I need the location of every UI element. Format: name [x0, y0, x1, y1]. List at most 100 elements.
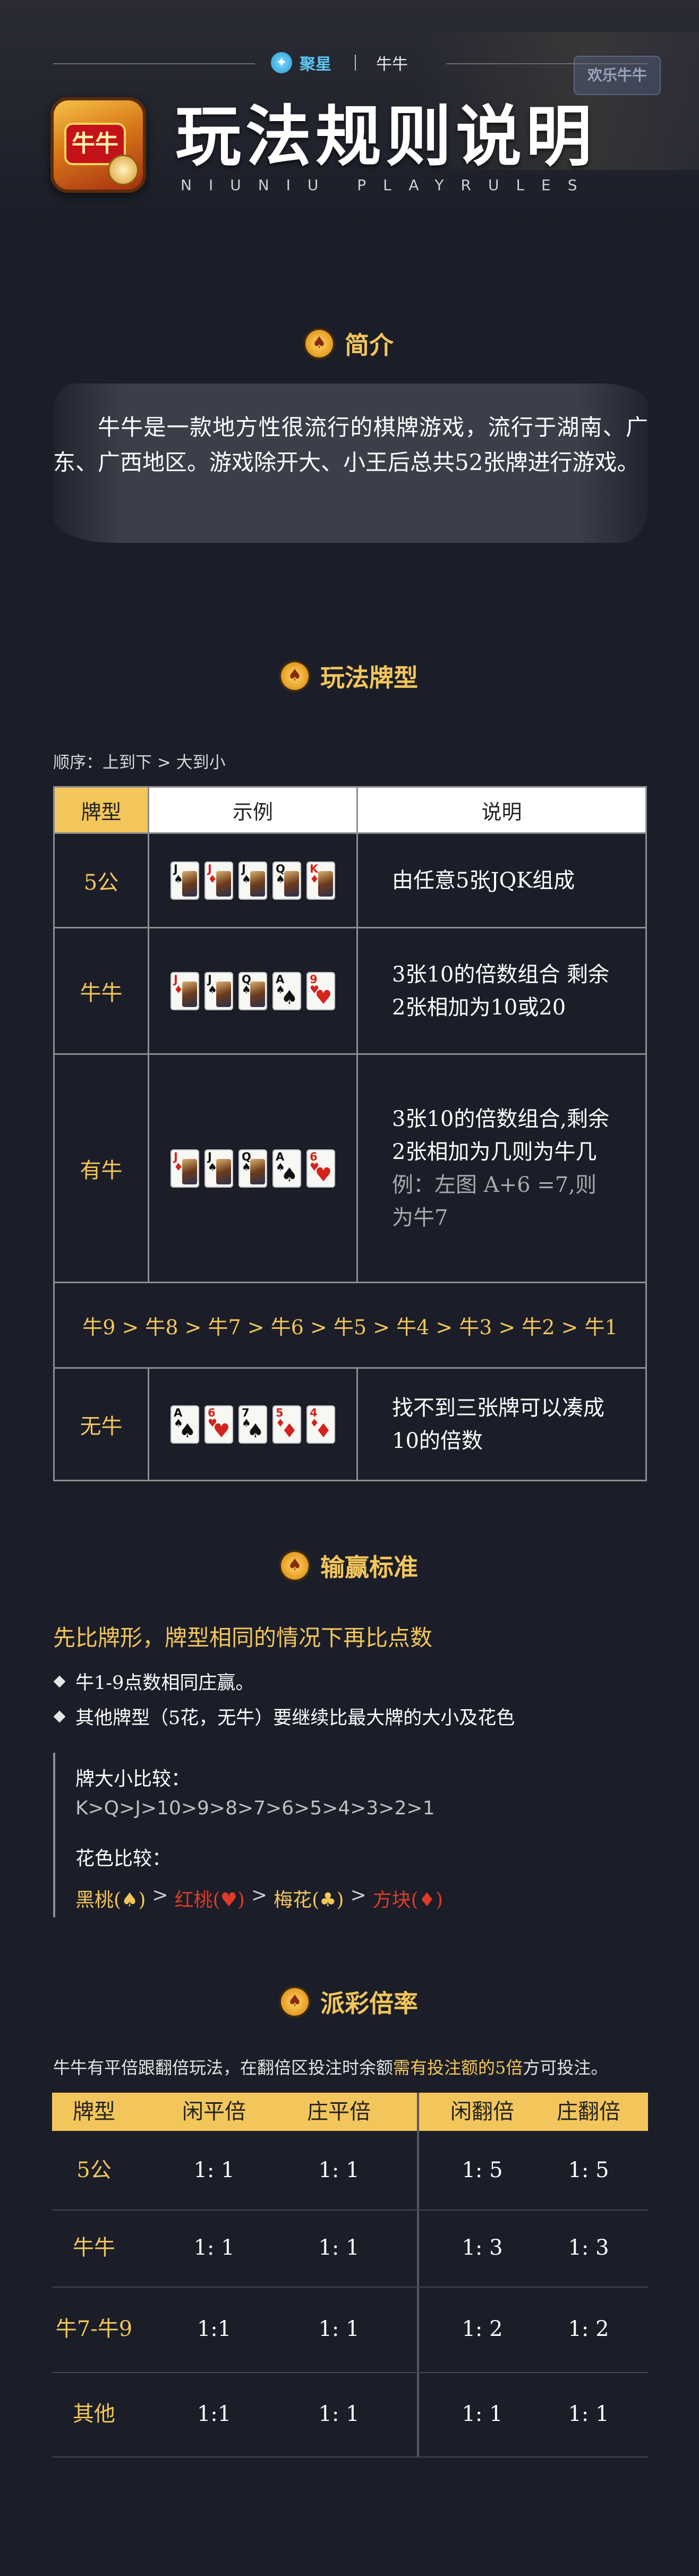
face-card-art [284, 871, 299, 897]
payout-heading-text: 派彩倍率 [320, 1989, 418, 2018]
types-heading: 玩法牌型 [0, 659, 699, 694]
playing-card: J ♠ [204, 1149, 233, 1188]
table-row: 5公 1: 1 1: 1 1: 5 1: 5 [52, 2131, 648, 2211]
face-card-art [250, 981, 265, 1007]
playing-card: J ♦ [171, 971, 199, 1010]
diamond-bullet-icon [53, 1710, 66, 1722]
face-card-art [216, 981, 231, 1007]
types-heading-text: 玩法牌型 [320, 663, 418, 692]
type-name: 无牛 [53, 1367, 149, 1481]
table-row: 无牛 A ♠ ♠ 6 ♥ ♥ 7 ♠ ♠ 5 ♦ ♦ 4 ♦ ♦ 找不到三张牌可以凑成10的倍数 [53, 1367, 647, 1481]
card-suit-large: ♥ [314, 1164, 332, 1186]
payout-note-post: 方可投注。 [523, 2058, 608, 2078]
col-player-flat: 闲平倍 [182, 2100, 246, 2124]
card-suit-large: ♥ [314, 986, 332, 1009]
list-item: 牛1-9点数相同庄赢。 [53, 1668, 254, 1695]
size-order: K>Q>J>10>9>8>7>6>5>4>3>2>1 [75, 1797, 435, 1819]
playing-card: J ♠ [238, 861, 267, 900]
suit-club: 梅花(♣) [274, 1889, 344, 1911]
gt-sign: > [350, 1884, 366, 1906]
col-banker-flat: 庄平倍 [307, 2100, 371, 2124]
header-divider-left [53, 63, 255, 64]
payout-ratio: 1: 3 [462, 2236, 503, 2260]
compare-box: 牌大小比较： K>Q>J>10>9>8>7>6>5>4>3>2>1 花色比较： … [53, 1753, 649, 1917]
card-examples: A ♠ ♠ 6 ♥ ♥ 7 ♠ ♠ 5 ♦ ♦ 4 ♦ ♦ [148, 1367, 358, 1481]
page-title: 玩法规则说明 [175, 99, 596, 175]
hero-banner: 欢乐牛牛 ✦ 聚星 牛牛 牛牛 玩法规则说明 NIUNIU PLAYRULES [0, 0, 699, 228]
ghost-logo: 欢乐牛牛 [574, 56, 661, 95]
face-card-art [182, 871, 197, 897]
sequence-row: 牛9 > 牛8 > 牛7 > 牛6 > 牛5 > 牛4 > 牛3 > 牛2 > … [53, 1282, 647, 1369]
payout-note-pre: 牛牛有平倍跟翻倍玩法，在翻倍区投注时余额 [53, 2058, 394, 2078]
playing-card: 4 ♦ ♦ [306, 1405, 335, 1444]
playing-card: A ♠ ♠ [272, 1149, 301, 1188]
type-example: 例：左图 A+6 =7,则为牛7 [392, 1172, 596, 1230]
intro-heading-text: 简介 [345, 331, 394, 360]
table-row: 牛牛 J ♦ J ♠ Q ♠ A ♠ ♠ 9 ♥ ♥ 3张10的倍数组合 剩余2张相加为10或20 [53, 927, 647, 1055]
col-example: 示例 [148, 786, 358, 834]
playing-card: Q ♠ [238, 1149, 267, 1188]
payout-ratio: 1: 2 [568, 2317, 609, 2341]
spade-badge-icon [281, 1988, 309, 2016]
win-heading-text: 输赢标准 [320, 1553, 418, 1582]
payout-ratio: 1: 1 [318, 2236, 360, 2260]
card-examples: J ♦ J ♠ Q ♠ A ♠ ♠ 9 ♥ ♥ [148, 927, 358, 1055]
face-card-art [182, 1158, 197, 1184]
face-card-art [182, 981, 197, 1007]
list-item-text: 牛1-9点数相同庄赢。 [75, 1673, 254, 1694]
face-card-art [216, 871, 231, 897]
card-suit-large: ♠ [280, 986, 298, 1009]
gt-sign: > [251, 1884, 268, 1906]
header-divider-right [446, 63, 648, 64]
size-label: 牌大小比较： [75, 1768, 191, 1790]
card-suit-large: ♥ [212, 1420, 230, 1442]
payout-note-highlight: 需有投注额的5倍 [393, 2058, 523, 2078]
type-name: 牛牛 [53, 927, 149, 1055]
table-header-row: 牌型 示例 说明 [53, 786, 647, 834]
card-examples: J ♦ J ♠ Q ♠ A ♠ ♠ 6 ♥ ♥ [148, 1053, 358, 1283]
brand-name: 聚星 [300, 55, 331, 74]
table-row: 其他 1:1 1: 1 1: 1 1: 1 [52, 2372, 648, 2458]
face-card-art [250, 871, 265, 897]
col-desc: 说明 [356, 786, 647, 834]
type-desc: 由任意5张JQK组成 [356, 832, 647, 928]
playing-card: J ♦ [204, 861, 233, 900]
payout-note: 牛牛有平倍跟翻倍玩法，在翻倍区投注时余额需有投注额的5倍方可投注。 [53, 2054, 608, 2079]
playing-card: J ♠ [171, 861, 199, 900]
suit-spade: 黑桃(♠) [75, 1889, 146, 1911]
suit-label: 花色比较： [75, 1848, 172, 1870]
win-heading: 输赢标准 [0, 1548, 699, 1583]
playing-card: Q ♠ [238, 971, 267, 1010]
spade-badge-icon [281, 662, 309, 690]
list-item: 其他牌型（5花，无牛）要继续比最大牌的大小及花色 [53, 1703, 515, 1730]
list-item-text: 其他牌型（5花，无牛）要继续比最大牌的大小及花色 [75, 1708, 515, 1729]
payout-ratio: 1: 1 [318, 2317, 360, 2341]
suit-diamond: 方块(♦) [372, 1889, 444, 1911]
playing-card: 9 ♥ ♥ [306, 971, 335, 1010]
win-lead: 先比牌形，牌型相同的情况下再比点数 [53, 1625, 433, 1651]
playing-card: 5 ♦ ♦ [272, 1405, 301, 1444]
payout-ratio: 1: 1 [318, 2158, 360, 2182]
table-row: 有牛 J ♦ J ♠ Q ♠ A ♠ ♠ 6 ♥ ♥ 3张10的倍数组合,剩余2张相加为几则为牛几 例… [53, 1053, 647, 1283]
playing-card: 6 ♥ ♥ [204, 1405, 233, 1444]
suit-heart: 红桃(♥) [174, 1889, 245, 1911]
payout-ratio: 1: 3 [568, 2236, 609, 2260]
payout-ratio: 1: 1 [193, 2236, 235, 2260]
payout-ratio: 1: 5 [568, 2158, 609, 2182]
payout-type: 牛牛 [73, 2236, 115, 2260]
card-type-table: 牌型 示例 说明 5公 J ♠ J ♦ J ♠ Q ♠ K ♦ 由任意5张JQK组成 牛牛 J ♦ J… [53, 786, 647, 1481]
col-type: 牌型 [53, 786, 149, 834]
type-desc: 3张10的倍数组合,剩余2张相加为几则为牛几 [392, 1106, 610, 1164]
col-type: 牌型 [73, 2100, 115, 2124]
playing-card: 6 ♥ ♥ [306, 1149, 335, 1188]
card-examples: J ♠ J ♦ J ♠ Q ♠ K ♦ [148, 832, 358, 928]
payout-ratio: 1: 1 [193, 2158, 235, 2182]
payout-ratio: 1: 1 [462, 2402, 503, 2426]
table-row: 牛牛 1: 1 1: 1 1: 3 1: 3 [52, 2210, 648, 2288]
playing-card: J ♦ [171, 1149, 199, 1188]
payout-type: 牛7-牛9 [55, 2317, 133, 2341]
type-name: 5公 [53, 832, 149, 928]
spade-badge-icon [305, 330, 333, 357]
card-suit-large: ♠ [246, 1420, 264, 1442]
star-logo-icon: ✦ [271, 52, 292, 73]
